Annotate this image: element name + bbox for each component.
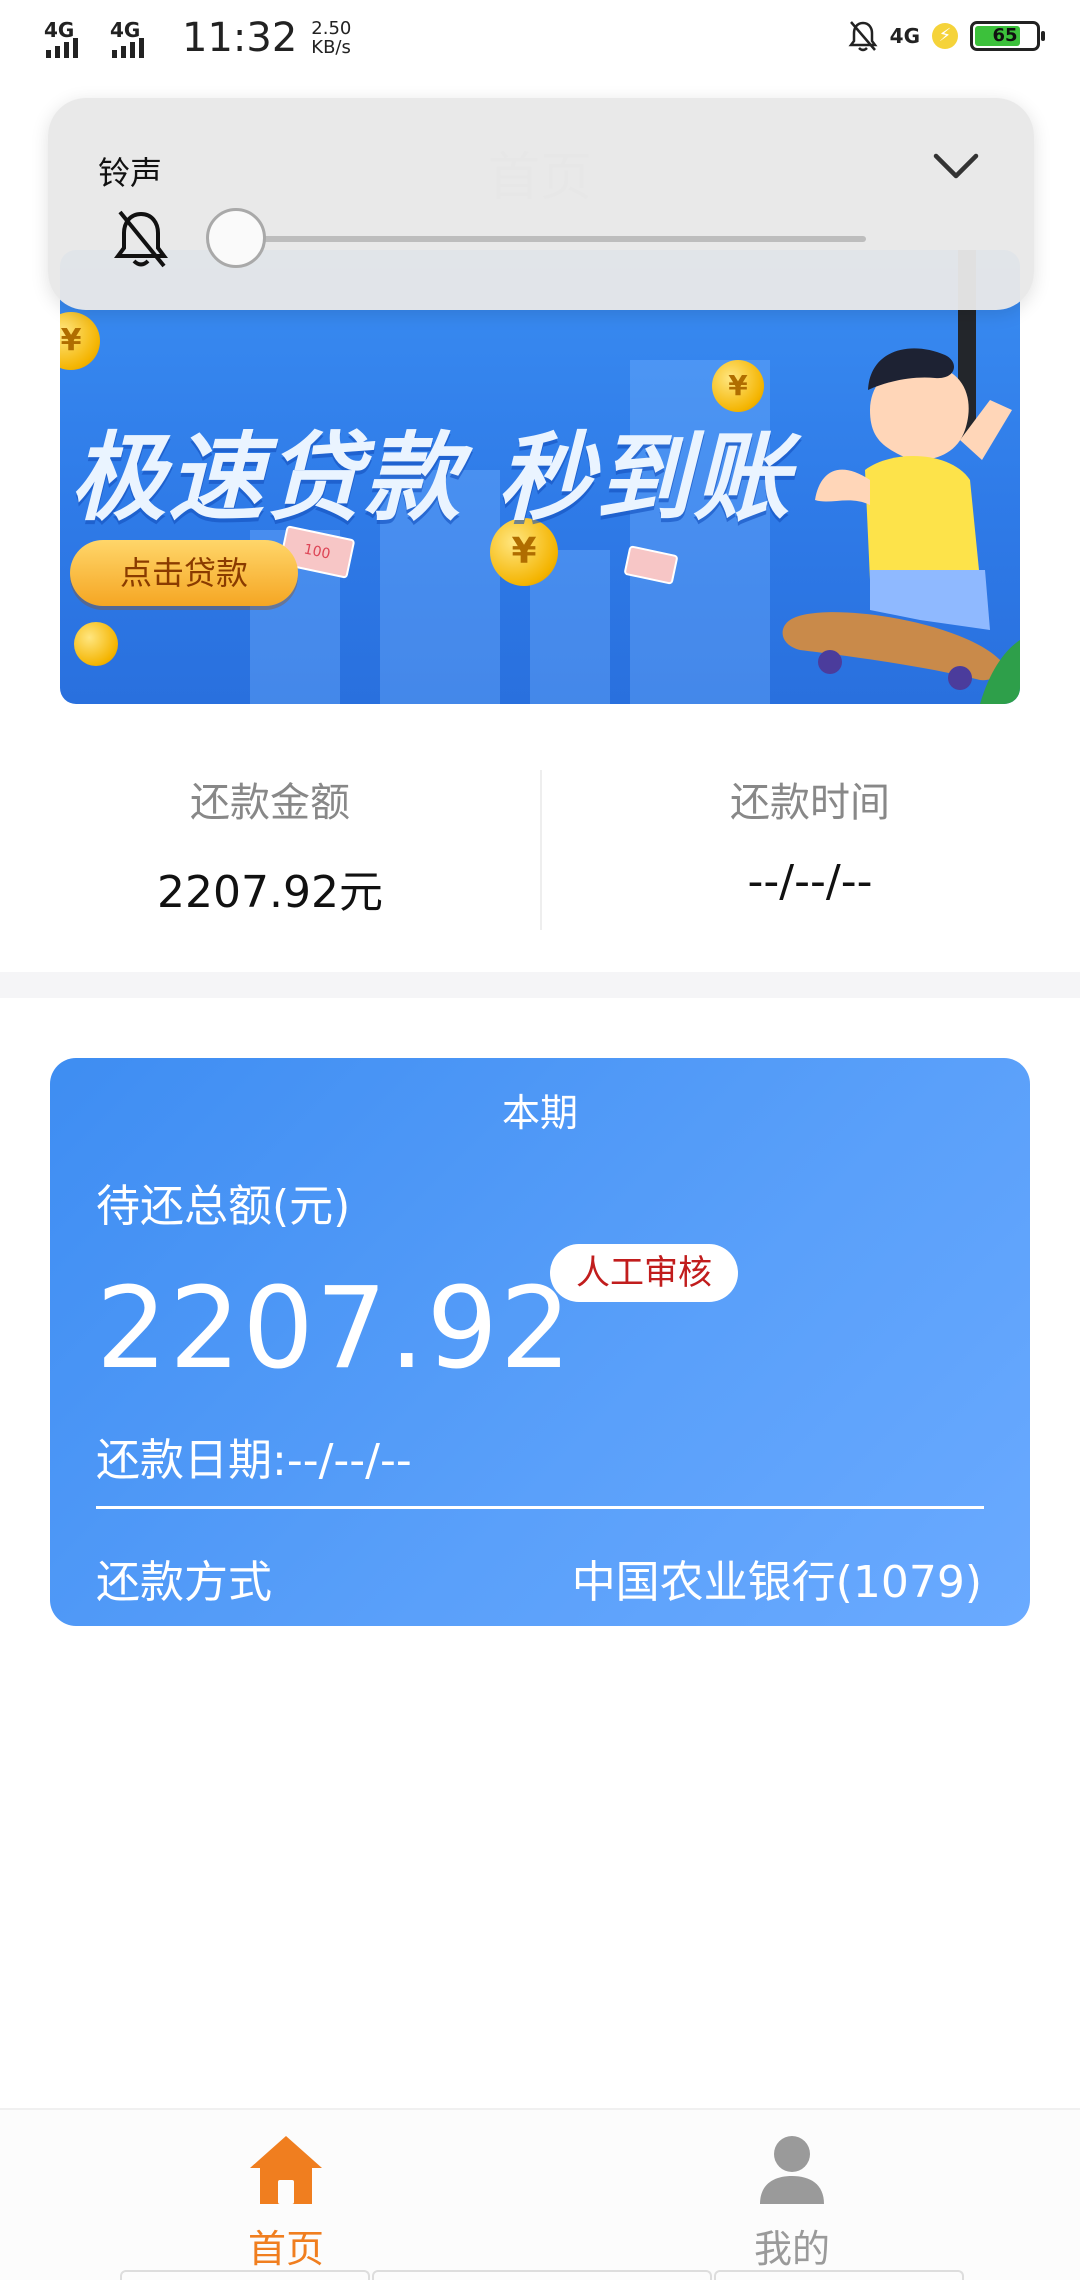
network-speed: 2.50 KB/s (311, 19, 351, 59)
payment-method-label: 还款方式 (96, 1557, 272, 1608)
amount-value: 2207.92元 (157, 867, 383, 918)
section-separator (0, 972, 1080, 998)
nav-mine[interactable]: 我的 (692, 2130, 892, 2273)
signal-icon: 4G (44, 18, 100, 58)
ringtone-volume-track[interactable] (236, 236, 866, 242)
time-label: 还款时间 (730, 780, 890, 826)
due-date: 还款日期:--/--/-- (96, 1435, 412, 1486)
status-left: 4G 4G 11:32 2.50 KB/s (44, 18, 351, 58)
promo-banner[interactable]: ¥ ¥ ¥ 100 极速贷款 秒到账 点击贷款 (60, 250, 1020, 704)
nav-home[interactable]: 首页 (186, 2130, 386, 2273)
total-due-amount: 2207.92 (96, 1264, 574, 1394)
battery-icon: 65 (970, 21, 1045, 51)
battery-level: 65 (992, 25, 1018, 46)
status-right: 4G ⚡ 65 (848, 20, 1045, 52)
user-icon (760, 2136, 824, 2204)
chevron-down-icon[interactable] (930, 146, 982, 186)
network-type: 4G (889, 24, 920, 48)
repayment-summary: 还款金额 2207.92元 还款时间 --/--/-- (0, 730, 1080, 940)
time-summary: 还款时间 --/--/-- (540, 770, 1080, 907)
charging-icon: ⚡ (932, 23, 958, 49)
total-due-label: 待还总额(元) (96, 1181, 351, 1232)
ringtone-volume-slider[interactable] (206, 208, 266, 268)
coin-icon (74, 622, 118, 666)
ringtone-label: 铃声 (98, 154, 163, 192)
home-icon (250, 2136, 322, 2204)
nav-home-label: 首页 (247, 2227, 324, 2271)
payment-method-value[interactable]: 中国农业银行(1079) (572, 1546, 982, 1610)
bottom-nav: 首页 我的 (0, 2108, 1080, 2280)
coin-icon: ¥ (60, 312, 100, 370)
gesture-bar (372, 2270, 712, 2280)
amount-summary: 还款金额 2207.92元 (0, 770, 540, 920)
current-bill-card[interactable]: 本期 待还总额(元) 2207.92 人工审核 还款日期:--/--/-- 还款… (50, 1058, 1030, 1626)
volume-panel: 铃声 (48, 98, 1034, 310)
skateboarder-illustration (782, 250, 1020, 704)
nav-mine-label: 我的 (753, 2227, 830, 2271)
time-value: --/--/-- (747, 856, 873, 907)
amount-label: 还款金额 (190, 780, 350, 826)
bell-off-icon[interactable] (108, 206, 174, 272)
speed-unit: KB/s (311, 37, 351, 59)
status-bar: 4G 4G 11:32 2.50 KB/s 4G ⚡ 65 (0, 0, 1080, 84)
period-label: 本期 (501, 1091, 578, 1135)
status-badge: 人工审核 (550, 1244, 738, 1302)
gesture-bar (714, 2270, 964, 2280)
banner-title: 极速贷款 秒到账 (70, 422, 792, 534)
signal-icon: 4G (110, 18, 166, 58)
divider (96, 1506, 984, 1509)
clock: 11:32 (182, 15, 298, 61)
bell-off-icon (848, 21, 878, 52)
gesture-bar (120, 2270, 370, 2280)
apply-loan-button[interactable]: 点击贷款 (70, 540, 298, 606)
